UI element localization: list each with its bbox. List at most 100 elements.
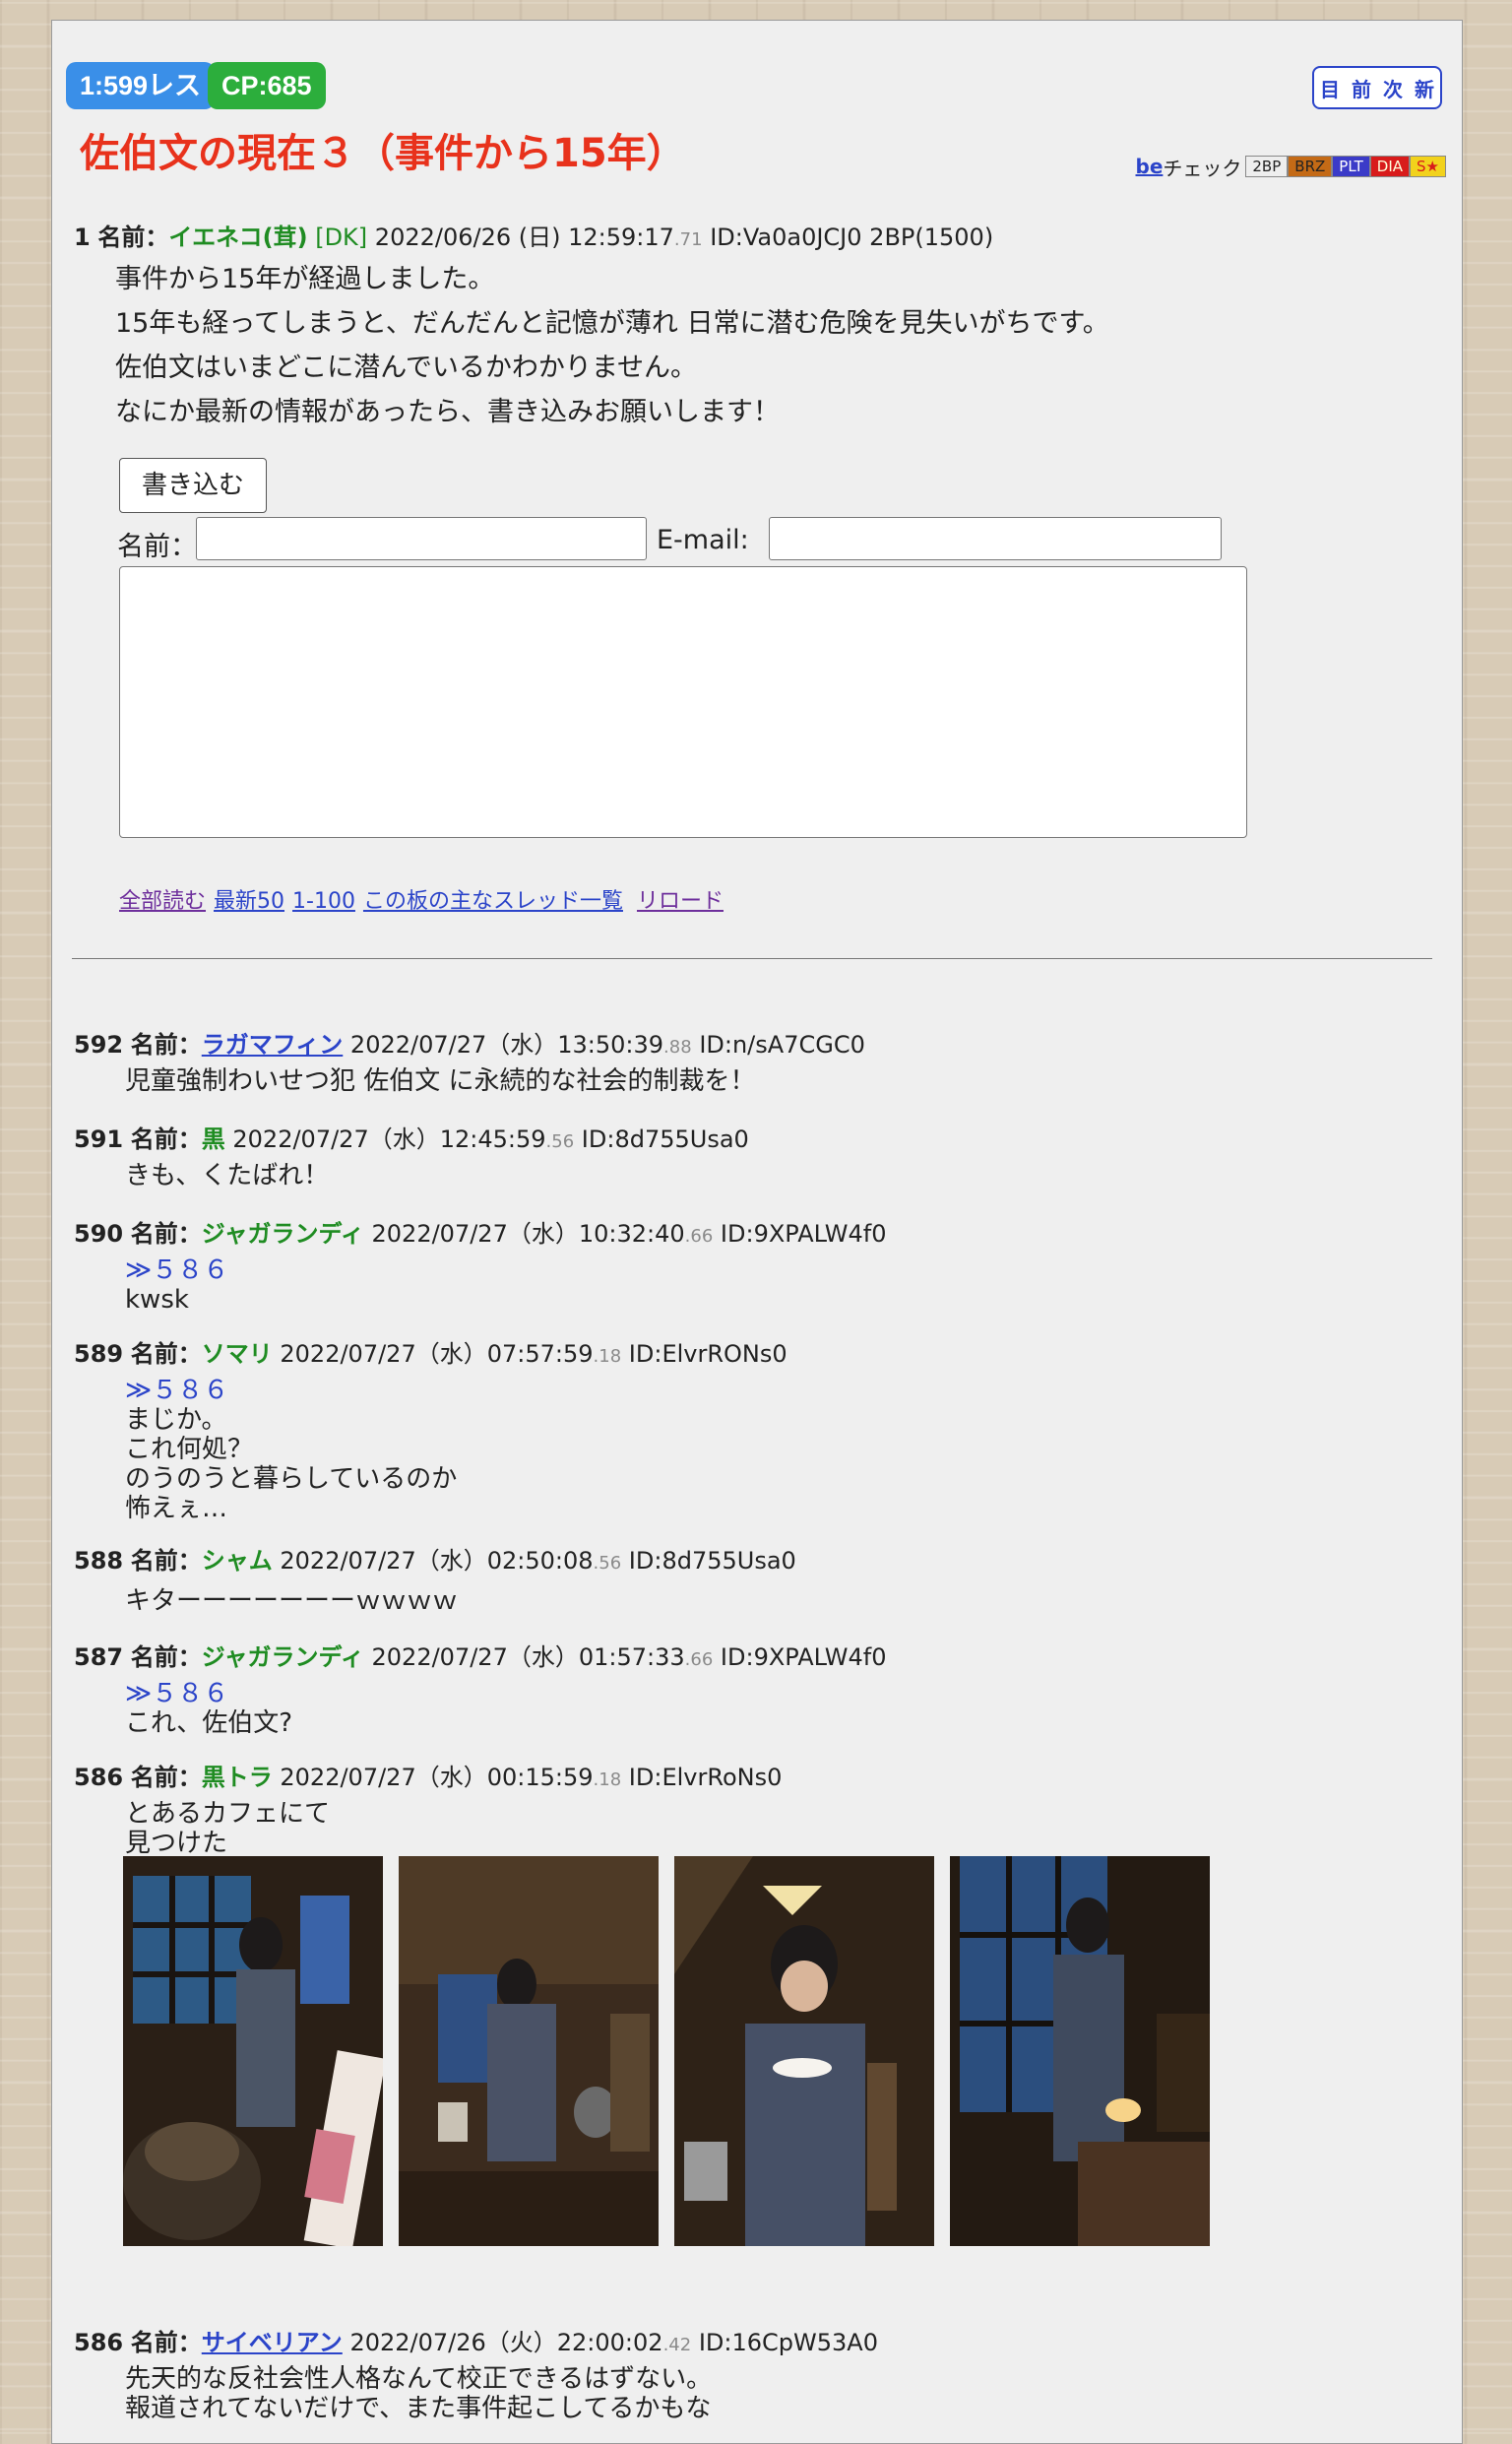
post-date: 2022/07/27（水）00:15:59 (280, 1764, 594, 1791)
link-reload[interactable]: リロード (637, 889, 724, 914)
post-bp[interactable]: 2BP(1500) (869, 224, 993, 251)
name-label: 名前： (130, 1764, 202, 1791)
reply-body: ≫５８６ これ、佐伯文? (125, 1679, 292, 1738)
post-date: 2022/07/27（水）01:57:33 (371, 1643, 685, 1671)
post-id[interactable]: ID:8d755Usa0 (582, 1126, 749, 1153)
reply-line: 先天的な反社会性人格なんて校正できるはずない。 (125, 2364, 713, 2394)
reply-line: これ、佐伯文? (125, 1708, 293, 1738)
name-label: 名前： (130, 1126, 202, 1153)
tag-star: S★ (1410, 156, 1446, 177)
poster-name[interactable]: ラガマフィン (202, 1031, 344, 1059)
name-field[interactable] (196, 517, 647, 560)
reply-header: 589 名前：ソマリ 2022/07/27（水）07:57:59.18 ID:E… (74, 1334, 788, 1369)
nav-prev-link[interactable]: 前 (1352, 74, 1371, 102)
poster-name[interactable]: サイベリアン (202, 2329, 343, 2356)
link-1-100[interactable]: 1-100 (292, 889, 355, 914)
nav-first-link[interactable]: 目 (1320, 74, 1340, 102)
post-id[interactable]: ID:ElvrRoNs0 (629, 1764, 783, 1791)
reply-line: これ何処？ (125, 1435, 254, 1464)
post-ms: .56 (545, 1131, 575, 1152)
reply-line: とあるカフェにて (125, 1799, 331, 1829)
reply-header: 586 名前：サイベリアン 2022/07/26（火）22:00:02.42 I… (74, 2323, 878, 2357)
post-number[interactable]: 588 (74, 1547, 123, 1575)
be-link[interactable]: be (1136, 155, 1164, 178)
post-number[interactable]: 591 (74, 1126, 123, 1153)
reply-header: 591 名前：黒 2022/07/27（水）12:45:59.56 ID:8d7… (74, 1120, 749, 1154)
post-id[interactable]: ID:8d755Usa0 (629, 1547, 796, 1575)
link-read-all[interactable]: 全部読む (119, 889, 206, 914)
reply-anchor-link[interactable]: ≫５８６ (125, 1376, 457, 1405)
link-latest50[interactable]: 最新50 (214, 889, 284, 914)
reply-anchor-link[interactable]: ≫５８６ (125, 1255, 228, 1285)
poster-name: ジャガランディ (201, 1220, 364, 1248)
name-label: 名前： (130, 1547, 202, 1575)
reply-line: キターーーーーーーｗｗｗｗ (125, 1586, 459, 1616)
tag-brz: BRZ (1288, 156, 1333, 177)
post-number[interactable]: 586 (74, 1764, 123, 1791)
divider (72, 958, 1432, 959)
photo-image (950, 1856, 1210, 2246)
form-email-label: E-mail: (657, 525, 749, 555)
be-check-bar: be チェック 2BP BRZ PLT DIA S★ (1136, 155, 1446, 180)
post-date: 2022/07/27（水）12:45:59 (232, 1126, 546, 1153)
cp-badge[interactable]: CP:685 (208, 62, 326, 109)
form-name-label: 名前： (117, 532, 197, 562)
photo-image (674, 1856, 934, 2246)
post-id[interactable]: ID:16CpW53A0 (699, 2329, 878, 2356)
res-count-badge[interactable]: 1:599レス (66, 62, 216, 109)
reply-body: とあるカフェにて 見つけた (125, 1799, 330, 1858)
post-id[interactable]: ID:9XPALW4f0 (721, 1643, 887, 1671)
post-id[interactable]: ID:Va0a0JCJ0 (710, 224, 861, 251)
poster-name: イエネコ(茸) (168, 224, 308, 251)
post-number: 1 (74, 224, 91, 251)
link-thread-list[interactable]: この板の主なスレッド一覧 (363, 889, 623, 914)
reply-header: 590 名前：ジャガランディ 2022/07/27（水）10:32:40.66 … (74, 1214, 887, 1249)
reply-line: 報道されてないだけで、また事件起こしてるかもな (125, 2394, 712, 2423)
reply-body: キターーーーーーーｗｗｗｗ (125, 1586, 458, 1616)
post-number[interactable]: 589 (74, 1340, 123, 1368)
thread-title: 佐伯文の現在３（事件から15年） (80, 131, 686, 176)
post-id[interactable]: ID:n/sA7CGC0 (699, 1031, 865, 1059)
post-ms: .71 (673, 229, 703, 250)
thread-links: 全部読む 最新50 1-100 この板の主なスレッド一覧 リロード (119, 883, 731, 915)
email-field[interactable] (769, 517, 1222, 560)
cafe-photo-2[interactable] (399, 1856, 659, 2246)
op-line: なにか最新の情報があったら、書き込みお願いします！ (115, 397, 780, 427)
cafe-photo-4[interactable] (950, 1856, 1210, 2246)
thread-nav: 目 前 次 新 (1312, 66, 1442, 109)
post-date: 2022/07/27（水）02:50:08 (280, 1547, 594, 1575)
post-ms: .88 (663, 1037, 692, 1058)
post-number[interactable]: 587 (74, 1643, 123, 1671)
reply-body: 児童強制わいせつ犯 佐伯文 に永続的な社会的制裁を！ (125, 1066, 756, 1096)
post-ms: .18 (593, 1769, 622, 1790)
nav-next-link[interactable]: 次 (1383, 74, 1403, 102)
op-header: 1 名前：イエネコ(茸) [DK] 2022/06/26 (日) 12:59:1… (74, 218, 993, 252)
post-date: 2022/07/27（水）10:32:40 (371, 1220, 685, 1248)
thread-panel: 1:599レス CP:685 目 前 次 新 佐伯文の現在３（事件から15年） … (51, 20, 1463, 2444)
reply-header: 592 名前：ラガマフィン 2022/07/27（水）13:50:39.88 I… (74, 1025, 865, 1060)
reply-anchor-link[interactable]: ≫５８６ (125, 1679, 292, 1708)
cafe-photo-3[interactable] (674, 1856, 934, 2246)
name-label: 名前： (130, 1340, 202, 1368)
post-number[interactable]: 586 (74, 2329, 123, 2356)
name-label: 名前： (97, 224, 169, 251)
post-date: 2022/06/26 (日) 12:59:17 (374, 224, 674, 251)
op-line: 15年も経ってしまうと、だんだんと記憶が薄れ 日常に潜む危険を見失いがちです。 (115, 308, 1109, 339)
post-date: 2022/07/27（水）13:50:39 (349, 1031, 664, 1059)
reply-body: ≫５８６ kwsk (125, 1255, 228, 1315)
poster-name: ソマリ (201, 1340, 273, 1368)
nav-new-link[interactable]: 新 (1415, 74, 1434, 102)
op-line: 事件から15年が経過しました。 (115, 264, 495, 294)
poster-name: 黒トラ (201, 1764, 273, 1791)
post-id[interactable]: ID:ElvrRONs0 (629, 1340, 788, 1368)
post-number[interactable]: 590 (74, 1220, 123, 1248)
post-date: 2022/07/27（水）07:57:59 (280, 1340, 594, 1368)
write-button[interactable]: 書き込む (119, 458, 267, 513)
reply-body: 先天的な反社会性人格なんて校正できるはずない。 報道されてないだけで、また事件起こ… (125, 2364, 712, 2423)
message-textarea[interactable] (119, 566, 1247, 838)
post-id[interactable]: ID:9XPALW4f0 (721, 1220, 887, 1248)
post-number[interactable]: 592 (74, 1031, 123, 1059)
cafe-photo-1[interactable] (123, 1856, 383, 2246)
poster-name: 黒 (201, 1126, 225, 1153)
post-ms: .42 (662, 2335, 692, 2355)
